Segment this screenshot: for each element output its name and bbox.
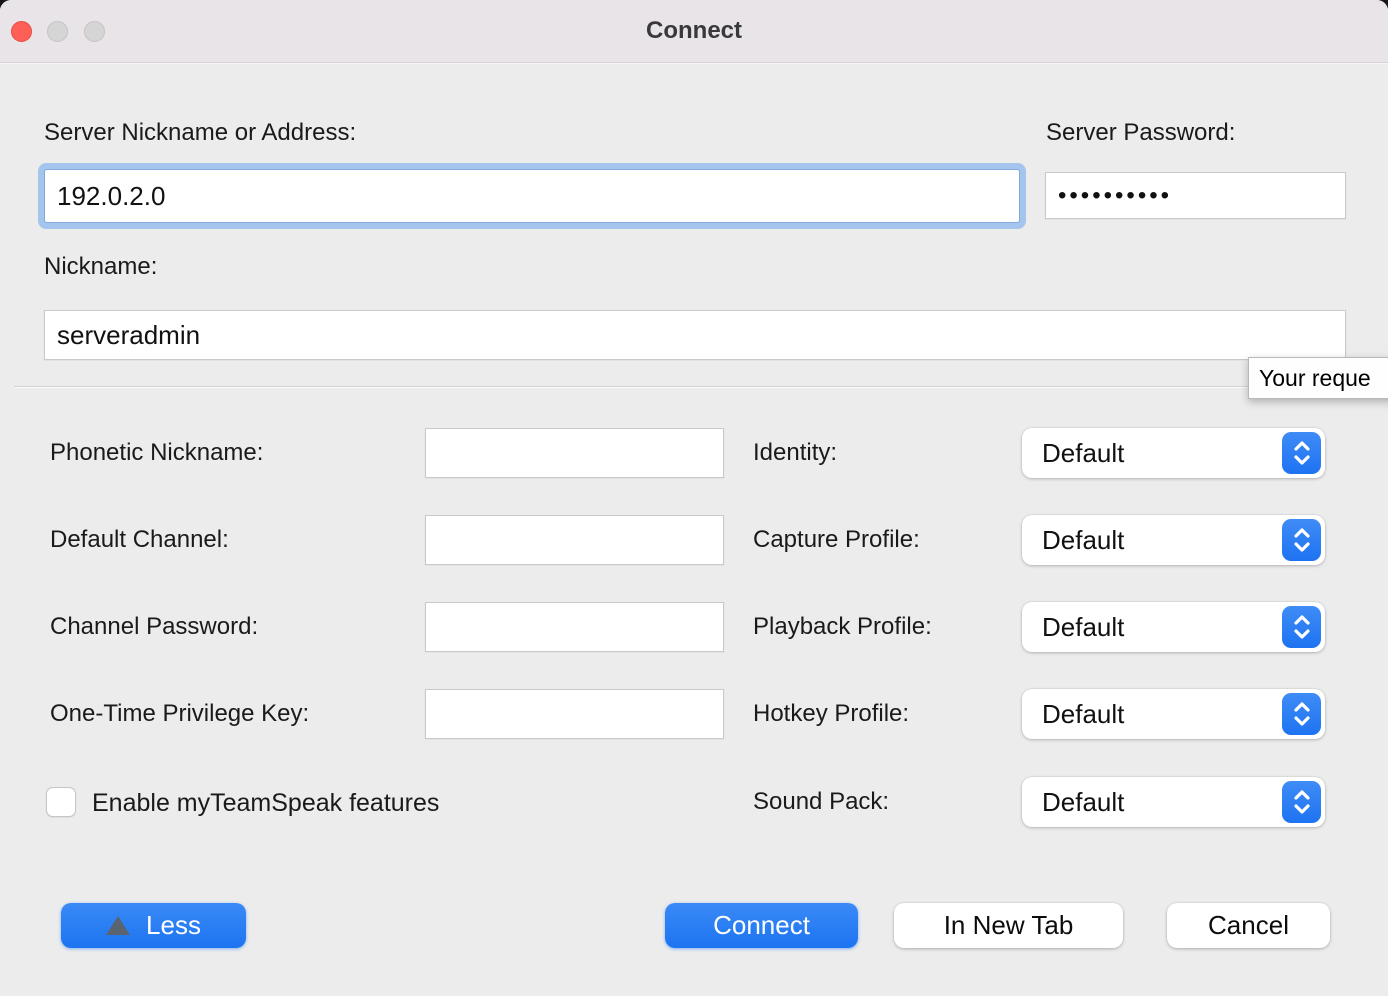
playback-profile-label: Playback Profile: [753, 602, 932, 652]
capture-profile-label: Capture Profile: [753, 515, 920, 565]
sound-pack-dropdown-value: Default [1042, 777, 1124, 827]
nickname-label: Nickname: [44, 253, 157, 281]
less-button[interactable]: Less [61, 903, 246, 948]
myteamspeak-checkbox[interactable] [46, 787, 76, 817]
connect-dialog: Connect Server Nickname or Address: Serv… [0, 0, 1388, 996]
sound-pack-dropdown[interactable]: Default [1022, 777, 1325, 827]
in-new-tab-button-label: In New Tab [944, 910, 1074, 941]
chevron-up-down-icon [1282, 693, 1321, 735]
tooltip: Your reque [1248, 357, 1388, 399]
chevron-up-down-icon [1282, 781, 1321, 823]
phonetic-nickname-input[interactable] [425, 428, 724, 478]
server-address-input[interactable] [44, 169, 1020, 223]
less-button-label: Less [146, 910, 201, 941]
server-address-label: Server Nickname or Address: [44, 119, 356, 147]
channel-password-label: Channel Password: [50, 602, 258, 652]
server-password-input[interactable] [1045, 172, 1346, 219]
privilege-key-input[interactable] [425, 689, 724, 739]
server-password-label: Server Password: [1046, 119, 1235, 147]
identity-label: Identity: [753, 428, 837, 478]
titlebar: Connect [0, 0, 1388, 63]
hotkey-profile-label: Hotkey Profile: [753, 689, 909, 739]
privilege-key-label: One-Time Privilege Key: [50, 689, 309, 739]
connect-button[interactable]: Connect [665, 903, 858, 948]
triangle-up-icon [106, 916, 130, 935]
hotkey-profile-dropdown-value: Default [1042, 689, 1124, 739]
phonetic-nickname-label: Phonetic Nickname: [50, 428, 263, 478]
chevron-up-down-icon [1282, 432, 1321, 474]
hotkey-profile-dropdown[interactable]: Default [1022, 689, 1325, 739]
chevron-up-down-icon [1282, 606, 1321, 648]
tooltip-text: Your reque [1259, 365, 1371, 391]
window-title: Connect [0, 0, 1388, 63]
separator [14, 386, 1374, 388]
playback-profile-dropdown-value: Default [1042, 602, 1124, 652]
cancel-button-label: Cancel [1208, 910, 1289, 941]
nickname-input[interactable] [44, 310, 1346, 360]
chevron-up-down-icon [1282, 519, 1321, 561]
default-channel-label: Default Channel: [50, 515, 229, 565]
connect-button-label: Connect [713, 910, 810, 941]
default-channel-input[interactable] [425, 515, 724, 565]
channel-password-input[interactable] [425, 602, 724, 652]
playback-profile-dropdown[interactable]: Default [1022, 602, 1325, 652]
capture-profile-dropdown[interactable]: Default [1022, 515, 1325, 565]
identity-dropdown-value: Default [1042, 428, 1124, 478]
identity-dropdown[interactable]: Default [1022, 428, 1325, 478]
myteamspeak-checkbox-label: Enable myTeamSpeak features [92, 789, 439, 818]
sound-pack-label: Sound Pack: [753, 777, 889, 827]
cancel-button[interactable]: Cancel [1167, 903, 1330, 948]
capture-profile-dropdown-value: Default [1042, 515, 1124, 565]
in-new-tab-button[interactable]: In New Tab [894, 903, 1123, 948]
